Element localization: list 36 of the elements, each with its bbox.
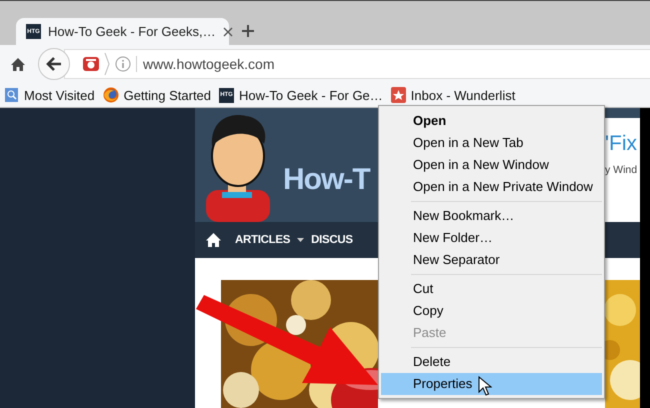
bookmark-item[interactable]: Getting Started xyxy=(102,87,212,103)
tab-title: How-To Geek - For Geeks,… xyxy=(48,24,216,39)
menu-item[interactable]: New Folder… xyxy=(381,227,602,249)
menu-item[interactable]: Delete xyxy=(381,351,602,373)
site-nav-bar xyxy=(605,222,640,258)
menu-item[interactable]: Copy xyxy=(381,300,602,322)
menu-item[interactable]: New Separator xyxy=(381,249,602,271)
pocket-icon[interactable] xyxy=(83,57,99,71)
menu-item[interactable]: Open xyxy=(381,110,602,132)
menu-item[interactable]: Open in a New Tab xyxy=(381,132,602,154)
nav-link[interactable]: DISCUS xyxy=(311,234,353,246)
headline-text: 'Fix xyxy=(605,132,638,156)
chevron-icon xyxy=(104,52,110,76)
close-icon[interactable] xyxy=(222,26,233,36)
home-icon[interactable] xyxy=(205,232,222,248)
back-icon[interactable] xyxy=(46,57,62,71)
menu-item[interactable]: Open in a New Private Window xyxy=(381,176,602,198)
menu-item[interactable]: Cut xyxy=(381,278,602,300)
menu-item[interactable]: Open in a New Window xyxy=(381,154,602,176)
new-tab-icon[interactable] xyxy=(241,24,255,38)
bookmark-item[interactable]: Most Visited xyxy=(4,87,95,103)
wunderlist-icon xyxy=(390,87,406,103)
info-icon[interactable] xyxy=(115,56,131,72)
menu-item[interactable]: New Bookmark… xyxy=(381,205,602,227)
firefox-icon xyxy=(102,87,119,103)
site-title: How-T xyxy=(283,163,370,197)
bookmark-folder-icon xyxy=(4,87,19,103)
back-button[interactable] xyxy=(38,48,70,80)
bookmark-item[interactable]: Inbox - Wunderlist xyxy=(390,87,516,103)
caret-icon[interactable] xyxy=(297,238,304,242)
home-icon[interactable] xyxy=(10,56,26,72)
subtitle-text: y Wind xyxy=(605,164,638,176)
nav-link[interactable]: ARTICLES xyxy=(235,234,290,246)
url-field[interactable]: www.howtogeek.com xyxy=(136,56,275,72)
cursor-icon xyxy=(478,376,492,396)
menu-item[interactable]: Properties xyxy=(381,373,602,395)
